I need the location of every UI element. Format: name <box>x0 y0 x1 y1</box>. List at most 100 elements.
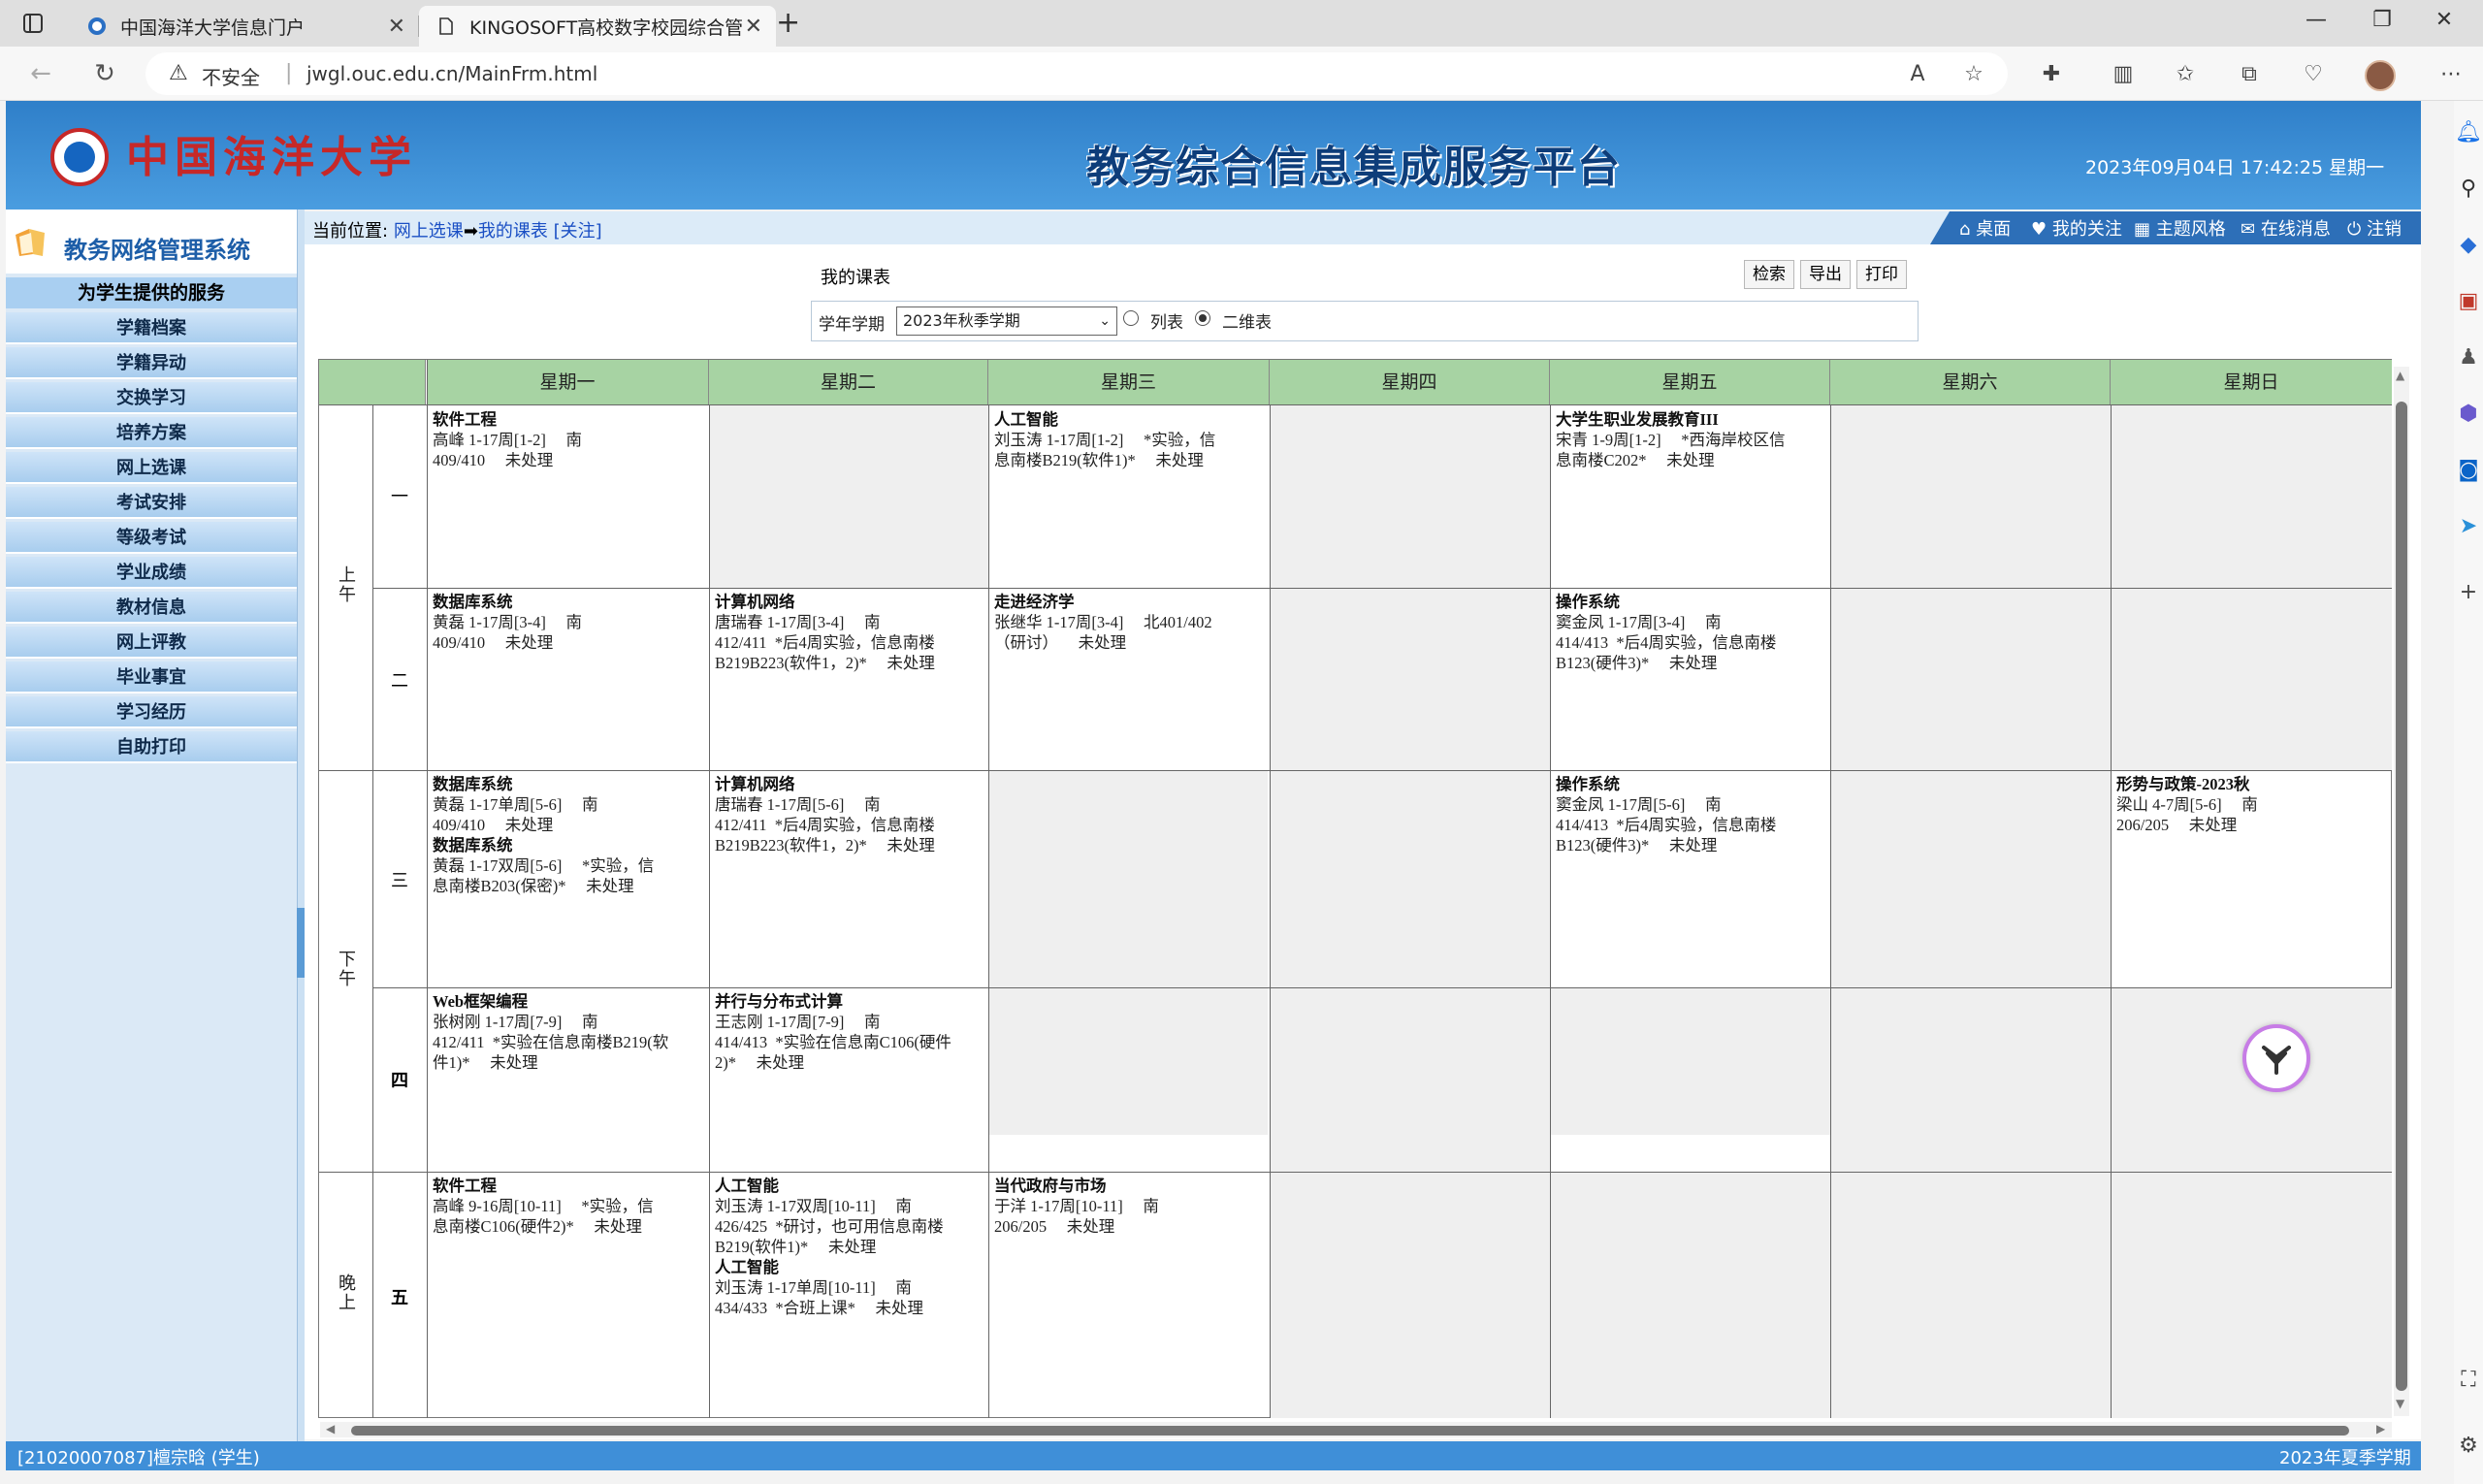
day-header-wed: 星期三 <box>988 360 1270 404</box>
course-cell: 人工智能 刘玉涛 1-17周[1-2] *实验，信 息南楼B219(软件1)* … <box>994 410 1216 469</box>
radio-list-label: 列表 <box>1150 313 1183 333</box>
current-datetime: 2023年09月04日 17:42:25 星期一 <box>2085 157 2385 178</box>
collapse-handle[interactable] <box>297 908 305 978</box>
sidebar-item-training-plan[interactable]: 培养方案 <box>6 417 297 449</box>
read-aloud-icon[interactable]: A <box>1901 58 1934 91</box>
maximize-icon[interactable]: ❐ <box>2363 8 2402 32</box>
tab-label: KINGOSOFT高校数字校园综合管 <box>469 16 744 39</box>
sidebar-item-status-change[interactable]: 学籍异动 <box>6 347 297 379</box>
course-cell: 数据库系统 黄磊 1-17单周[5-6] 南 409/410 未处理 数据库系统… <box>433 775 655 895</box>
minimize-icon[interactable]: — <box>2297 8 2336 32</box>
nav-messages[interactable]: ✉ 在线消息 <box>2241 215 2331 241</box>
session-evening: 晚上 <box>339 1274 356 1313</box>
close-icon[interactable]: ✕ <box>388 15 405 39</box>
print-button[interactable]: 打印 <box>1856 260 1907 289</box>
period-label: 四 <box>391 1071 408 1091</box>
course-cell: 计算机网络 唐瑞春 1-17周[3-4] 南 412/411 *后4周实验，信息… <box>715 593 935 672</box>
course-cell: 软件工程 高峰 9-16周[10-11] *实验，信 息南楼C106(硬件2)*… <box>433 1177 654 1236</box>
favorite-star-icon[interactable]: ☆ <box>1957 58 1990 91</box>
form-title: 我的课表 <box>821 268 890 288</box>
search-icon[interactable]: ⚲ <box>2454 177 2483 201</box>
screenshot-icon[interactable]: ⛶ <box>2454 1368 2483 1392</box>
sidebar-item-level-exam[interactable]: 等级考试 <box>6 522 297 554</box>
sidebar-item-exchange[interactable]: 交换学习 <box>6 382 297 414</box>
sidebar-item-course-selection[interactable]: 网上选课 <box>6 452 297 484</box>
nav-my-follow[interactable]: ♥ 我的关注 <box>2031 215 2122 241</box>
tab-ouc-portal[interactable]: 中国海洋大学信息门户 ✕ <box>70 6 419 47</box>
horizontal-scroll-thumb[interactable] <box>351 1426 2349 1436</box>
breadcrumb-link-my-timetable[interactable]: 我的课表 <box>478 221 548 242</box>
scroll-left-icon[interactable]: ◀ <box>326 1422 335 1436</box>
search-button[interactable]: 检索 <box>1744 260 1794 289</box>
scroll-down-icon[interactable]: ▼ <box>2396 1397 2404 1410</box>
power-icon: ⏻ <box>2347 219 2362 240</box>
close-window-icon[interactable]: ✕ <box>2425 8 2464 32</box>
favorites-icon[interactable]: ✩ <box>2169 58 2202 91</box>
refresh-icon[interactable]: ↻ <box>87 56 122 91</box>
floating-assistant-icon[interactable] <box>2242 1024 2310 1092</box>
chevron-down-icon: ⌄ <box>1099 313 1111 329</box>
tab-kingosoft[interactable]: KINGOSOFT高校数字校园综合管 ✕ <box>419 6 776 47</box>
nav-logout[interactable]: ⏻ 注销 <box>2347 215 2402 241</box>
profile-avatar[interactable] <box>2365 60 2396 91</box>
course-cell: 操作系统 窦金凤 1-17周[3-4] 南 414/413 *后4周实验，信息南… <box>1556 593 1777 672</box>
period-label: 一 <box>391 487 408 507</box>
sidebar-item-student-record[interactable]: 学籍档案 <box>6 312 297 344</box>
back-icon[interactable]: ← <box>23 56 58 91</box>
follow-link[interactable]: [关注] <box>554 221 602 242</box>
split-screen-icon[interactable]: ▥ <box>2107 58 2140 91</box>
empty-cell <box>709 405 988 588</box>
nav-desktop[interactable]: ⌂ 桌面 <box>1959 215 2011 241</box>
course-cell: 当代政府与市场 于洋 1-17周[10-11] 南 206/205 未处理 <box>994 1177 1159 1236</box>
sidebar-item-exam-schedule[interactable]: 考试安排 <box>6 487 297 519</box>
day-header-mon: 星期一 <box>427 360 709 404</box>
tag-icon[interactable]: ◆ <box>2454 233 2483 257</box>
scroll-up-icon[interactable]: ▲ <box>2396 369 2404 382</box>
settings-gear-icon[interactable]: ⚙ <box>2454 1434 2483 1458</box>
games-icon[interactable]: ♟ <box>2454 345 2483 370</box>
day-header-thu: 星期四 <box>1270 360 1550 404</box>
sidebar-item-graduation[interactable]: 毕业事宜 <box>6 661 297 694</box>
day-header-fri: 星期五 <box>1550 360 1830 404</box>
course-cell: 计算机网络 唐瑞春 1-17周[5-6] 南 412/411 *后4周实验，信息… <box>715 775 935 855</box>
page-icon <box>436 16 456 36</box>
performance-icon[interactable]: ♡ <box>2297 58 2330 91</box>
notification-bell-icon[interactable]: 🔔︎ <box>2454 120 2483 145</box>
copilot-icon[interactable]: ⬢ <box>2454 402 2483 426</box>
more-icon[interactable]: ⋯ <box>2435 58 2467 91</box>
user-info: [21020007087]檀宗晗 (学生) <box>17 1448 260 1468</box>
theme-icon: ▦ <box>2134 219 2151 240</box>
day-header-sun: 星期日 <box>2111 360 2392 404</box>
radio-grid-view[interactable] <box>1195 310 1210 326</box>
tab-actions-icon[interactable] <box>19 10 47 37</box>
empty-cell <box>988 770 1268 1135</box>
export-button[interactable]: 导出 <box>1800 260 1851 289</box>
sidebar-splitter[interactable] <box>297 210 305 1441</box>
close-icon[interactable]: ✕ <box>745 15 762 39</box>
scroll-right-icon[interactable]: ▶ <box>2376 1422 2385 1436</box>
address-bar[interactable]: ⚠ 不安全 | jwgl.ouc.edu.cn/MainFrm.html <box>145 52 2008 95</box>
outlook-icon[interactable]: ◙ <box>2454 458 2483 482</box>
extensions-icon[interactable]: ✚ <box>2035 58 2068 91</box>
radio-list-view[interactable] <box>1123 310 1139 326</box>
breadcrumb-link-course-selection[interactable]: 网上选课 <box>394 221 464 242</box>
corner-header <box>319 360 426 404</box>
nav-theme[interactable]: ▦ 主题风格 <box>2134 215 2226 241</box>
radio-grid-label: 二维表 <box>1222 313 1272 333</box>
collections-icon[interactable]: ⧉ <box>2233 58 2266 91</box>
warning-icon: ⚠ <box>169 61 188 85</box>
sidebar-item-textbooks[interactable]: 教材信息 <box>6 592 297 624</box>
toolbox-icon[interactable]: ▣ <box>2454 289 2483 313</box>
course-cell: 形势与政策-2023秋 梁山 4-7周[5-6] 南 206/205 未处理 <box>2116 775 2258 834</box>
term-select[interactable]: 2023年秋季学期 ⌄ <box>896 306 1117 336</box>
vertical-scroll-thumb[interactable] <box>2396 402 2407 1391</box>
add-icon[interactable]: + <box>2454 580 2483 604</box>
sidebar-item-self-print[interactable]: 自助打印 <box>6 731 297 763</box>
sidebar-item-evaluation[interactable]: 网上评教 <box>6 627 297 659</box>
send-icon[interactable]: ➤ <box>2454 514 2483 538</box>
sidebar-item-grades[interactable]: 学业成绩 <box>6 557 297 589</box>
new-tab-button[interactable]: + <box>776 6 800 40</box>
sidebar-item-study-history[interactable]: 学习经历 <box>6 696 297 728</box>
book-icon <box>14 227 50 258</box>
heart-icon: ♥ <box>2031 219 2048 240</box>
